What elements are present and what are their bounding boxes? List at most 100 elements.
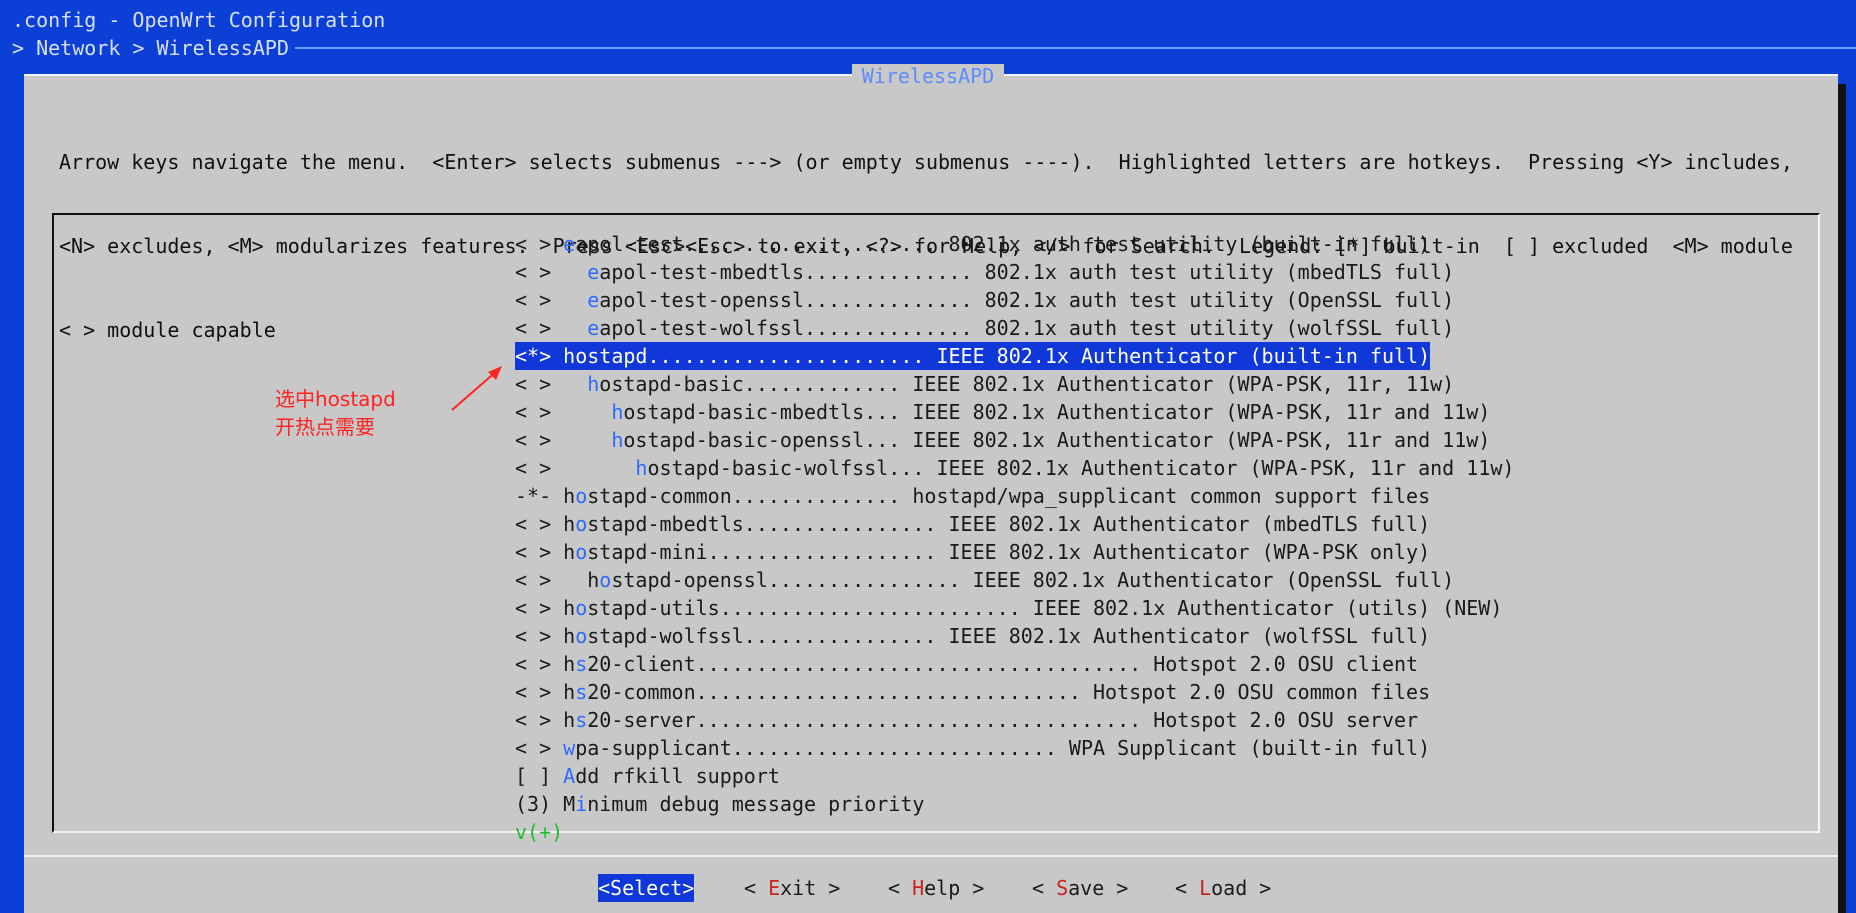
menu-item-label: apol-test-openssl.............. 802.1x a… bbox=[599, 288, 1455, 312]
breadcrumb-rule bbox=[295, 47, 1856, 49]
menu-item[interactable]: < > hostapd-basic-mbedtls... IEEE 802.1x… bbox=[515, 398, 1514, 426]
menu-item-label: apol-test-wolfssl.............. 802.1x a… bbox=[599, 316, 1455, 340]
annotation-line: 选中hostapd bbox=[275, 387, 396, 411]
save-button[interactable]: < Save > bbox=[1032, 874, 1128, 902]
menu-item-prefix: < > h bbox=[515, 708, 576, 732]
menu-item-hotkey: s bbox=[575, 652, 588, 676]
menu-item-hotkey: h bbox=[635, 456, 648, 480]
menu-item-label: 20-common...............................… bbox=[587, 680, 1431, 704]
menu-item-prefix: < > h bbox=[515, 596, 576, 620]
exit-button[interactable]: < Exit > bbox=[744, 874, 840, 902]
button-hotkey: S bbox=[1056, 876, 1069, 900]
menu-item-label: ostapd-basic-wolfssl... IEEE 802.1x Auth… bbox=[647, 456, 1515, 480]
menu-item-label: nimum debug message priority bbox=[587, 792, 925, 816]
menu-item[interactable]: (3) Minimum debug message priority bbox=[515, 790, 1514, 818]
select-button[interactable]: <Select> bbox=[598, 874, 695, 902]
annotation-note: 选中hostapd 开热点需要 bbox=[275, 385, 396, 441]
menu-item-hotkey: h bbox=[587, 372, 600, 396]
menu-item-label: ostapd-basic-mbedtls... IEEE 802.1x Auth… bbox=[623, 400, 1491, 424]
menu-item[interactable]: < > eapol-test..................... 802.… bbox=[515, 230, 1514, 258]
menu-item-label: pa-supplicant...........................… bbox=[575, 736, 1431, 760]
menu-item-label: stapd-utils......................... IEE… bbox=[587, 596, 1503, 620]
menu-item-hotkey: h bbox=[563, 344, 576, 368]
menu-item-prefix: (3) M bbox=[515, 792, 576, 816]
menu-item-label: stapd-wolfssl................ IEEE 802.1… bbox=[587, 624, 1431, 648]
menu-item[interactable]: < > hostapd-mini................... IEEE… bbox=[515, 538, 1514, 566]
button-hotkey: L bbox=[1199, 876, 1212, 900]
menu-item[interactable]: < > eapol-test-openssl.............. 802… bbox=[515, 286, 1514, 314]
menu-item-hotkey: s bbox=[575, 680, 588, 704]
menu-item-selected[interactable]: <*> hostapd....................... IEEE … bbox=[515, 342, 1431, 370]
button-bracket: < bbox=[1175, 876, 1200, 900]
button-bracket: < bbox=[1032, 876, 1057, 900]
menu-item-label: stapd-openssl................ IEEE 802.1… bbox=[611, 568, 1455, 592]
menu-item-label: ostapd....................... IEEE 802.1… bbox=[575, 344, 1431, 368]
menu-item-hotkey: o bbox=[575, 484, 588, 508]
menu-item-prefix: < > bbox=[515, 316, 588, 340]
help-button[interactable]: < Help > bbox=[888, 874, 984, 902]
menu-item-hotkey: i bbox=[575, 792, 588, 816]
menu-item[interactable]: < > hs20-server.........................… bbox=[515, 706, 1514, 734]
menu-item-hotkey: o bbox=[575, 596, 588, 620]
menu-item-prefix: < > h bbox=[515, 624, 576, 648]
menu-item[interactable]: < > eapol-test-mbedtls.............. 802… bbox=[515, 258, 1514, 286]
menu-item[interactable]: < > hostapd-openssl................ IEEE… bbox=[515, 566, 1514, 594]
button-label: ave > bbox=[1068, 876, 1129, 900]
menu-item[interactable]: < > hs20-common.........................… bbox=[515, 678, 1514, 706]
menu-item[interactable]: < > hostapd-mbedtls................ IEEE… bbox=[515, 510, 1514, 538]
menu-item-prefix: < > h bbox=[515, 680, 576, 704]
menu-item-hotkey: h bbox=[611, 428, 624, 452]
menu-item-hotkey: e bbox=[587, 288, 600, 312]
button-bar-divider bbox=[24, 855, 1838, 857]
menu-item[interactable]: < > wpa-supplicant......................… bbox=[515, 734, 1514, 762]
menu-item-label: apol-test..................... 802.1x au… bbox=[575, 232, 1431, 256]
menu-item-hotkey: A bbox=[563, 764, 576, 788]
menu-item-hotkey: o bbox=[599, 568, 612, 592]
menu-item-prefix: < > h bbox=[515, 652, 576, 676]
menu-item-hotkey: o bbox=[575, 624, 588, 648]
menu-item-prefix: < > bbox=[515, 400, 612, 424]
menu-item[interactable]: < > eapol-test-wolfssl.............. 802… bbox=[515, 314, 1514, 342]
button-label: oad > bbox=[1211, 876, 1272, 900]
menu-item-label: ostapd-basic............. IEEE 802.1x Au… bbox=[599, 372, 1455, 396]
dialog-shadow bbox=[1838, 84, 1846, 913]
annotation-arrow-icon bbox=[451, 366, 502, 411]
breadcrumb: > Network > WirelessAPD bbox=[12, 36, 289, 60]
menu-item[interactable]: < > hostapd-utils.......................… bbox=[515, 594, 1514, 622]
menu-list[interactable]: < > eapol-test..................... 802.… bbox=[515, 230, 1514, 846]
menu-item-label: dd rfkill support bbox=[575, 764, 780, 788]
menu-item-label: apol-test-mbedtls.............. 802.1x a… bbox=[599, 260, 1455, 284]
menu-item-prefix: < > bbox=[515, 428, 612, 452]
menu-item-prefix: < > bbox=[515, 260, 588, 284]
menu-item-hotkey: s bbox=[575, 708, 588, 732]
menu-item-prefix: <*> bbox=[515, 344, 564, 368]
menu-item-hotkey: h bbox=[611, 400, 624, 424]
menu-item[interactable]: [ ] Add rfkill support bbox=[515, 762, 1514, 790]
menu-item-label: stapd-common.............. hostapd/wpa_s… bbox=[587, 484, 1431, 508]
menu-item[interactable]: < > hostapd-basic-wolfssl... IEEE 802.1x… bbox=[515, 454, 1514, 482]
menu-item-hotkey: e bbox=[563, 232, 576, 256]
menu-item-prefix: < > bbox=[515, 232, 564, 256]
menu-item[interactable]: < > hostapd-basic............. IEEE 802.… bbox=[515, 370, 1514, 398]
menu-item-hotkey: e bbox=[587, 316, 600, 340]
button-bracket: < bbox=[598, 876, 611, 900]
button-label: elp > bbox=[924, 876, 985, 900]
menu-item-hotkey: e bbox=[587, 260, 600, 284]
menu-item-label: stapd-mini................... IEEE 802.1… bbox=[587, 540, 1431, 564]
menu-item-prefix: < > bbox=[515, 736, 564, 760]
window-title: .config - OpenWrt Configuration bbox=[12, 8, 386, 32]
menu-item-hotkey: o bbox=[575, 540, 588, 564]
menu-item-label: ostapd-basic-openssl... IEEE 802.1x Auth… bbox=[623, 428, 1491, 452]
annotation-line: 开热点需要 bbox=[275, 415, 375, 439]
menu-item[interactable]: -*- hostapd-common.............. hostapd… bbox=[515, 482, 1514, 510]
menu-item-label: stapd-mbedtls................ IEEE 802.1… bbox=[587, 512, 1431, 536]
button-hotkey: H bbox=[912, 876, 925, 900]
menu-item-prefix: < > h bbox=[515, 512, 576, 536]
button-label: elect> bbox=[622, 876, 695, 900]
menu-item[interactable]: < > hs20-client.........................… bbox=[515, 650, 1514, 678]
menu-item-prefix: < > bbox=[515, 288, 588, 312]
load-button[interactable]: < Load > bbox=[1175, 874, 1271, 902]
menu-item[interactable]: < > hostapd-basic-openssl... IEEE 802.1x… bbox=[515, 426, 1514, 454]
menu-item[interactable]: < > hostapd-wolfssl................ IEEE… bbox=[515, 622, 1514, 650]
button-bracket: < bbox=[888, 876, 913, 900]
